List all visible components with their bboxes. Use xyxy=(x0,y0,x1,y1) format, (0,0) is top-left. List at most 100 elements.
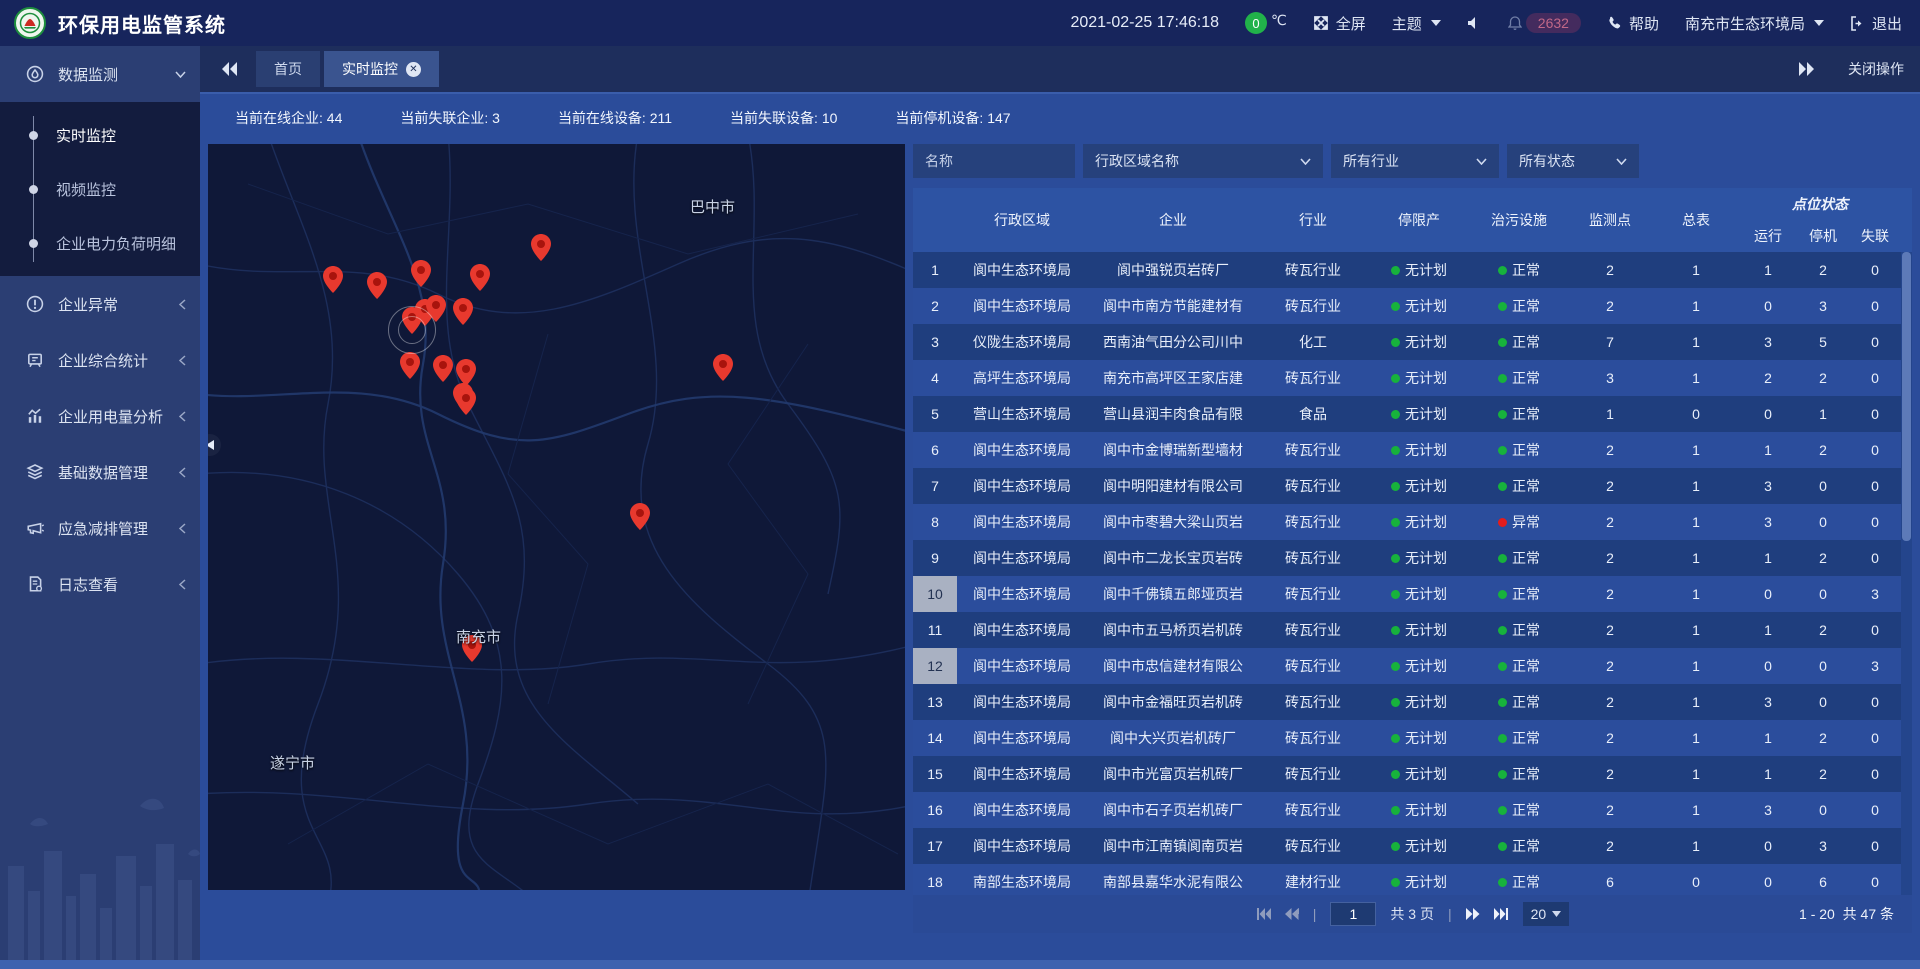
notifications[interactable]: 2632 xyxy=(1508,13,1581,33)
table-row[interactable]: 6阆中生态环境局阆中市金博瑞新型墙材砖瓦行业无计划正常21120 xyxy=(913,432,1901,468)
tab-label: 首页 xyxy=(274,59,302,79)
map-pin[interactable] xyxy=(531,234,551,261)
cell-enterprise: 阆中市五马桥页岩机砖 xyxy=(1087,612,1259,648)
status-dot-icon xyxy=(1391,266,1400,275)
cell-running-count: 1 xyxy=(1739,540,1797,576)
map-pin[interactable] xyxy=(456,388,476,415)
cell-meter-count: 1 xyxy=(1653,720,1739,756)
total-pages-label: 共 3 页 xyxy=(1390,904,1434,924)
sidebar-item-6[interactable]: 日志查看 xyxy=(0,556,200,612)
table-row[interactable]: 13阆中生态环境局阆中市金福旺页岩机砖砖瓦行业无计划正常21300 xyxy=(913,684,1901,720)
page-number-input[interactable] xyxy=(1330,902,1376,926)
table-row[interactable]: 10阆中生态环境局阆中千佛镇五郎垭页岩砖瓦行业无计划正常21003 xyxy=(913,576,1901,612)
pager-next-icon[interactable] xyxy=(1466,908,1480,920)
map-pin[interactable] xyxy=(470,264,490,291)
row-index: 3 xyxy=(913,324,957,360)
stat-2: 当前在线设备: 211 xyxy=(558,108,672,128)
table-row[interactable]: 7阆中生态环境局阆中明阳建材有限公司砖瓦行业无计划正常21300 xyxy=(913,468,1901,504)
pager-prev-icon[interactable] xyxy=(1285,908,1299,920)
cell-industry: 砖瓦行业 xyxy=(1259,648,1367,684)
sidebar-subitem-0-1[interactable]: 视频监控 xyxy=(0,162,200,216)
sidebar-item-label: 日志查看 xyxy=(58,574,118,595)
tab-close-icon[interactable]: ✕ xyxy=(406,62,421,77)
tab-1[interactable]: 实时监控✕ xyxy=(324,51,439,87)
close-operations-button[interactable]: 关闭操作 xyxy=(1848,59,1904,79)
table-row[interactable]: 11阆中生态环境局阆中市五马桥页岩机砖砖瓦行业无计划正常21120 xyxy=(913,612,1901,648)
pagination-summary: 1 - 20 共 47 条 xyxy=(1799,904,1894,924)
pager-first-icon[interactable] xyxy=(1256,908,1271,920)
map-pin[interactable] xyxy=(630,503,650,530)
status-dot-icon xyxy=(1498,770,1507,779)
column-header-index xyxy=(913,188,957,252)
industry-select[interactable]: 所有行业 xyxy=(1331,144,1499,178)
map-pin[interactable] xyxy=(411,260,431,287)
cell-region: 营山生态环境局 xyxy=(957,396,1087,432)
table-row[interactable]: 5营山生态环境局营山县润丰肉食品有限食品无计划正常10010 xyxy=(913,396,1901,432)
cell-running-count: 3 xyxy=(1739,792,1797,828)
status-dot-icon xyxy=(1498,554,1507,563)
region-select[interactable]: 行政区域名称 xyxy=(1083,144,1323,178)
notification-count-badge: 2632 xyxy=(1526,13,1581,33)
table-scrollbar[interactable] xyxy=(1901,252,1912,895)
cell-stopped-count: 2 xyxy=(1797,720,1849,756)
theme-button[interactable]: 主题 xyxy=(1392,13,1441,34)
cell-running-count: 1 xyxy=(1739,612,1797,648)
sidebar-subitem-0-2[interactable]: 企业电力负荷明细 xyxy=(0,216,200,270)
table-row[interactable]: 14阆中生态环境局阆中大兴页岩机砖厂砖瓦行业无计划正常21120 xyxy=(913,720,1901,756)
status-dot-icon xyxy=(1498,662,1507,671)
pager-last-icon[interactable] xyxy=(1494,908,1509,920)
sidebar-subitem-0-0[interactable]: 实时监控 xyxy=(0,108,200,162)
table-row[interactable]: 15阆中生态环境局阆中市光富页岩机砖厂砖瓦行业无计划正常21120 xyxy=(913,756,1901,792)
scrollbar-thumb[interactable] xyxy=(1902,252,1911,541)
map-panel[interactable]: 巴中市南充市遂宁市 xyxy=(208,144,905,890)
table-row[interactable]: 18南部生态环境局南部县嘉华水泥有限公建材行业无计划正常60060 xyxy=(913,864,1901,895)
cell-enterprise: 阆中市石子页岩机砖厂 xyxy=(1087,792,1259,828)
organization-menu[interactable]: 南充市生态环境局 xyxy=(1685,13,1824,34)
cell-production-status: 无计划 xyxy=(1367,756,1471,792)
table-row[interactable]: 9阆中生态环境局阆中市二龙长宝页岩砖砖瓦行业无计划正常21120 xyxy=(913,540,1901,576)
content: 当前在线企业: 44当前失联企业: 3当前在线设备: 211当前失联设备: 10… xyxy=(200,96,1920,969)
sidebar-item-2[interactable]: 企业综合统计 xyxy=(0,332,200,388)
map-pin[interactable] xyxy=(367,272,387,299)
status-select[interactable]: 所有状态 xyxy=(1507,144,1639,178)
cell-industry: 砖瓦行业 xyxy=(1259,792,1367,828)
page-size-select[interactable]: 20 xyxy=(1523,902,1570,926)
map-pin[interactable] xyxy=(400,352,420,379)
table-header: 行政区域企业行业停限产治污设施监测点总表点位状态运行停机失联 xyxy=(913,188,1912,252)
table-row[interactable]: 8阆中生态环境局阆中市枣碧大梁山页岩砖瓦行业无计划异常21300 xyxy=(913,504,1901,540)
sidebar-item-3[interactable]: 企业用电量分析 xyxy=(0,388,200,444)
sound-button[interactable] xyxy=(1467,16,1482,30)
name-search-input[interactable] xyxy=(913,144,1075,178)
sidebar-item-0[interactable]: 数据监测 xyxy=(0,46,200,102)
cell-industry: 砖瓦行业 xyxy=(1259,540,1367,576)
sidebar-item-1[interactable]: 企业异常 xyxy=(0,276,200,332)
sidebar-item-5[interactable]: 应急减排管理 xyxy=(0,500,200,556)
map-pin[interactable] xyxy=(713,354,733,381)
table-row[interactable]: 17阆中生态环境局阆中市江南镇阆南页岩砖瓦行业无计划正常21030 xyxy=(913,828,1901,864)
cell-production-status: 无计划 xyxy=(1367,612,1471,648)
tab-0[interactable]: 首页 xyxy=(256,51,320,87)
table-row[interactable]: 3仪陇生态环境局西南油气田分公司川中化工无计划正常71350 xyxy=(913,324,1901,360)
map-pin[interactable] xyxy=(456,359,476,386)
logout-button[interactable]: 退出 xyxy=(1850,13,1902,34)
cell-lost-count: 3 xyxy=(1849,576,1901,612)
map-pin[interactable] xyxy=(453,298,473,325)
sidebar-item-4[interactable]: 基础数据管理 xyxy=(0,444,200,500)
table-row[interactable]: 16阆中生态环境局阆中市石子页岩机砖厂砖瓦行业无计划正常21300 xyxy=(913,792,1901,828)
cell-industry: 砖瓦行业 xyxy=(1259,720,1367,756)
table-row[interactable]: 4高坪生态环境局南充市高坪区王家店建砖瓦行业无计划正常31220 xyxy=(913,360,1901,396)
help-button[interactable]: 帮助 xyxy=(1607,13,1659,34)
cell-lost-count: 0 xyxy=(1849,864,1901,895)
table-row[interactable]: 12阆中生态环境局阆中市忠信建材有限公砖瓦行业无计划正常21003 xyxy=(913,648,1901,684)
cell-production-status: 无计划 xyxy=(1367,792,1471,828)
tab-scroll-right-icon[interactable] xyxy=(1798,62,1814,76)
map-pin[interactable] xyxy=(433,355,453,382)
table-row[interactable]: 1阆中生态环境局阆中强锐页岩砖厂砖瓦行业无计划正常21120 xyxy=(913,252,1901,288)
status-dot-icon xyxy=(1498,374,1507,383)
table-row[interactable]: 2阆中生态环境局阆中市南方节能建材有砖瓦行业无计划正常21030 xyxy=(913,288,1901,324)
cell-meter-count: 0 xyxy=(1653,864,1739,895)
tab-scroll-left-icon[interactable] xyxy=(222,62,238,76)
fullscreen-button[interactable]: 全屏 xyxy=(1313,13,1366,34)
sidebar-item-label: 基础数据管理 xyxy=(58,462,148,483)
map-pin[interactable] xyxy=(323,266,343,293)
